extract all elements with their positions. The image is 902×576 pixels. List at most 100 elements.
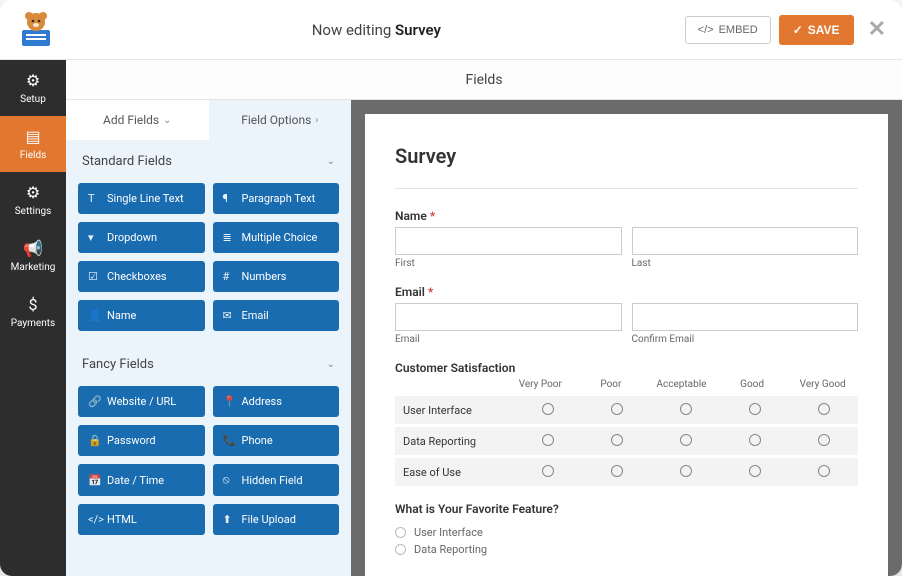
field-date-time[interactable]: 📅Date / Time bbox=[78, 464, 205, 496]
dropdown-icon: ▾ bbox=[88, 231, 100, 244]
sublabel: Last bbox=[632, 258, 859, 269]
nav-item-setup[interactable]: ⚙ Setup bbox=[0, 60, 66, 116]
option-row[interactable]: Data Reporting bbox=[395, 541, 858, 558]
chevron-down-icon: ⌄ bbox=[163, 115, 171, 126]
sublabel: First bbox=[395, 258, 622, 269]
field-block-likert[interactable]: Customer Satisfaction Very Poor Poor Acc… bbox=[395, 361, 858, 486]
field-block-email[interactable]: Email * Email Confirm Email bbox=[395, 285, 858, 345]
field-label: Email * bbox=[395, 285, 858, 299]
chip-label: File Upload bbox=[242, 513, 296, 526]
radio-input[interactable] bbox=[542, 465, 554, 477]
chip-label: Dropdown bbox=[107, 231, 157, 244]
field-label: Customer Satisfaction bbox=[395, 361, 858, 375]
radio-input[interactable] bbox=[680, 465, 692, 477]
group-title: Standard Fields bbox=[82, 154, 172, 169]
tab-add-fields[interactable]: Add Fields ⌄ bbox=[66, 100, 209, 140]
group-header-fancy[interactable]: Fancy Fields ⌄ bbox=[66, 343, 351, 386]
nav-item-fields[interactable]: ▤ Fields bbox=[0, 116, 66, 172]
likert-scale-header: Very Poor Poor Acceptable Good Very Good bbox=[395, 379, 858, 390]
radio-input[interactable] bbox=[749, 434, 761, 446]
field-checkboxes[interactable]: ☑Checkboxes bbox=[78, 261, 205, 292]
chip-label: Address bbox=[242, 395, 282, 408]
chip-label: Single Line Text bbox=[107, 192, 184, 205]
group-header-standard[interactable]: Standard Fields ⌄ bbox=[66, 140, 351, 183]
standard-fields-grid: TSingle Line Text ¶Paragraph Text ▾ Dropd… bbox=[66, 183, 351, 343]
field-paragraph-text[interactable]: ¶Paragraph Text bbox=[213, 183, 340, 214]
chip-label: Multiple Choice bbox=[242, 231, 318, 244]
gear-icon: ⚙ bbox=[26, 71, 40, 90]
field-single-line-text[interactable]: TSingle Line Text bbox=[78, 183, 205, 214]
name-first-input[interactable] bbox=[395, 227, 622, 255]
embed-button-label: EMBED bbox=[719, 24, 758, 36]
code-icon: </> bbox=[88, 513, 100, 526]
radio-input[interactable] bbox=[611, 465, 623, 477]
pin-icon: 📍 bbox=[223, 395, 235, 408]
field-block-name[interactable]: Name * First Last bbox=[395, 209, 858, 269]
nav-label: Setup bbox=[20, 94, 46, 105]
chevron-down-icon: ⌄ bbox=[327, 359, 335, 370]
app-logo bbox=[16, 10, 56, 50]
field-block-favorite[interactable]: What is Your Favorite Feature? User Inte… bbox=[395, 502, 858, 558]
radio-input[interactable] bbox=[611, 403, 623, 415]
save-button[interactable]: ✓ SAVE bbox=[779, 15, 854, 45]
likert-row-label: Data Reporting bbox=[403, 435, 513, 448]
field-file-upload[interactable]: ⬆File Upload bbox=[213, 504, 340, 535]
field-dropdown[interactable]: ▾ Dropdown bbox=[78, 222, 205, 253]
field-label: Name * bbox=[395, 209, 858, 223]
chevron-down-icon: ⌄ bbox=[327, 156, 335, 167]
field-address[interactable]: 📍 Address bbox=[213, 386, 340, 417]
nav-label: Fields bbox=[20, 150, 47, 161]
chip-label: Date / Time bbox=[107, 474, 164, 487]
option-label: User Interface bbox=[414, 526, 483, 539]
radio-input[interactable] bbox=[818, 434, 830, 446]
radio-input[interactable] bbox=[749, 465, 761, 477]
list-icon: ≣ bbox=[223, 231, 235, 244]
nav-label: Marketing bbox=[11, 262, 56, 273]
save-button-label: SAVE bbox=[808, 23, 840, 37]
radio-input[interactable] bbox=[395, 544, 406, 555]
field-numbers[interactable]: #Numbers bbox=[213, 261, 340, 292]
tab-field-options[interactable]: Field Options › bbox=[209, 100, 352, 140]
nav-item-marketing[interactable]: 📢 Marketing bbox=[0, 228, 66, 284]
email-input[interactable] bbox=[395, 303, 622, 331]
hash-icon: # bbox=[223, 270, 235, 283]
radio-input[interactable] bbox=[542, 434, 554, 446]
field-email[interactable]: ✉ Email bbox=[213, 300, 340, 331]
mail-icon: ✉ bbox=[223, 309, 235, 322]
radio-input[interactable] bbox=[818, 465, 830, 477]
field-html[interactable]: </>HTML bbox=[78, 504, 205, 535]
radio-input[interactable] bbox=[818, 403, 830, 415]
field-name[interactable]: 👤 Name bbox=[78, 300, 205, 331]
phone-icon: 📞 bbox=[223, 434, 235, 447]
divider bbox=[395, 188, 858, 189]
name-last-input[interactable] bbox=[632, 227, 859, 255]
required-mark: * bbox=[430, 209, 435, 223]
sliders-icon: ⚙ bbox=[26, 183, 40, 202]
dollar-icon: $ bbox=[29, 295, 38, 314]
radio-input[interactable] bbox=[395, 527, 406, 538]
option-row[interactable]: User Interface bbox=[395, 524, 858, 541]
field-hidden[interactable]: ⦸Hidden Field bbox=[213, 464, 340, 496]
nav-item-settings[interactable]: ⚙ Settings bbox=[0, 172, 66, 228]
embed-button[interactable]: </> EMBED bbox=[685, 16, 771, 44]
radio-input[interactable] bbox=[611, 434, 623, 446]
close-icon[interactable]: ✕ bbox=[868, 17, 886, 42]
email-confirm-input[interactable] bbox=[632, 303, 859, 331]
chip-label: Hidden Field bbox=[242, 474, 303, 487]
radio-input[interactable] bbox=[542, 403, 554, 415]
chip-label: Email bbox=[242, 309, 269, 322]
field-phone[interactable]: 📞Phone bbox=[213, 425, 340, 456]
field-website-url[interactable]: 🔗Website / URL bbox=[78, 386, 205, 417]
field-password[interactable]: 🔒Password bbox=[78, 425, 205, 456]
form-preview[interactable]: Survey Name * First Last bbox=[365, 114, 888, 576]
person-icon: 👤 bbox=[88, 309, 100, 322]
nav-item-payments[interactable]: $ Payments bbox=[0, 284, 66, 340]
radio-input[interactable] bbox=[680, 403, 692, 415]
radio-input[interactable] bbox=[749, 403, 761, 415]
radio-input[interactable] bbox=[680, 434, 692, 446]
field-multiple-choice[interactable]: ≣ Multiple Choice bbox=[213, 222, 340, 253]
checkbox-icon: ☑ bbox=[88, 270, 100, 283]
chip-label: Name bbox=[107, 309, 136, 322]
form-icon: ▤ bbox=[25, 127, 40, 146]
scale-label: Good bbox=[717, 379, 788, 390]
